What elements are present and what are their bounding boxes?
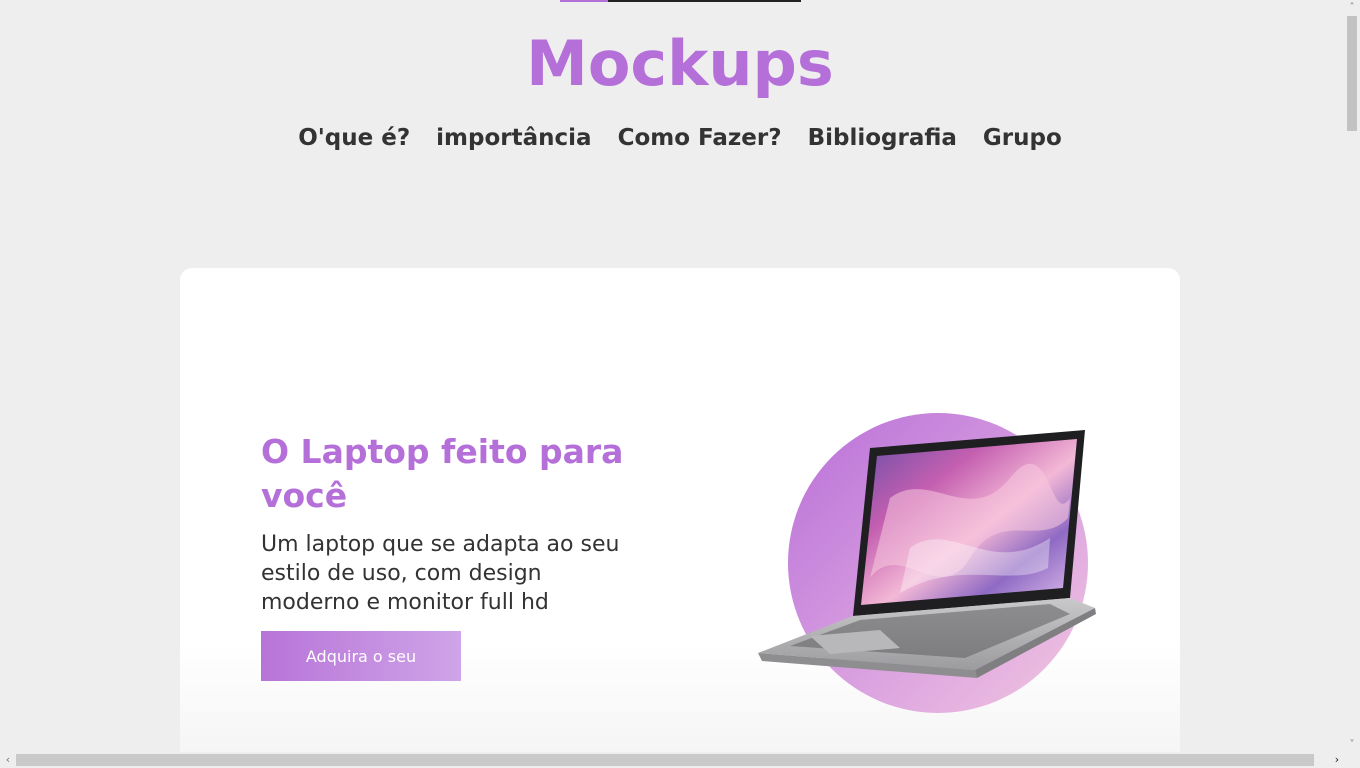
scroll-right-arrow-icon[interactable]: › xyxy=(1330,752,1344,768)
site-logo[interactable]: Mockups xyxy=(0,24,1344,104)
horizontal-scrollbar[interactable]: ‹ › xyxy=(0,752,1344,768)
scroll-progress-bar xyxy=(560,0,801,2)
hero-card: O Laptop feito para você Um laptop que s… xyxy=(180,268,1180,752)
main-nav: O'que é? importância Como Fazer? Bibliog… xyxy=(0,122,1344,154)
nav-item-oque-e[interactable]: O'que é? xyxy=(298,122,410,154)
hero-description: Um laptop que se adapta ao seu estilo de… xyxy=(261,532,620,615)
buy-button[interactable]: Adquira o seu xyxy=(261,631,461,681)
nav-item-como-fazer[interactable]: Como Fazer? xyxy=(618,122,782,154)
laptop-product-image xyxy=(750,408,1120,728)
scroll-down-arrow-icon[interactable]: ˅ xyxy=(1344,738,1360,752)
scroll-progress-fill xyxy=(560,0,609,2)
scroll-up-arrow-icon[interactable]: ˄ xyxy=(1344,1,1360,15)
vertical-scrollbar[interactable]: ˄ ˅ xyxy=(1344,0,1360,768)
hero-title: O Laptop feito para você xyxy=(261,432,624,515)
nav-item-importancia[interactable]: importância xyxy=(436,122,591,154)
page: Mockups O'que é? importância Como Fazer?… xyxy=(0,0,1344,752)
scrollbar-corner xyxy=(1344,752,1360,768)
scroll-left-arrow-icon[interactable]: ‹ xyxy=(1,752,15,768)
nav-item-bibliografia[interactable]: Bibliografia xyxy=(808,122,957,154)
nav-item-grupo[interactable]: Grupo xyxy=(983,122,1062,154)
vertical-scroll-thumb[interactable] xyxy=(1347,16,1357,131)
horizontal-scroll-thumb[interactable] xyxy=(16,754,1314,766)
